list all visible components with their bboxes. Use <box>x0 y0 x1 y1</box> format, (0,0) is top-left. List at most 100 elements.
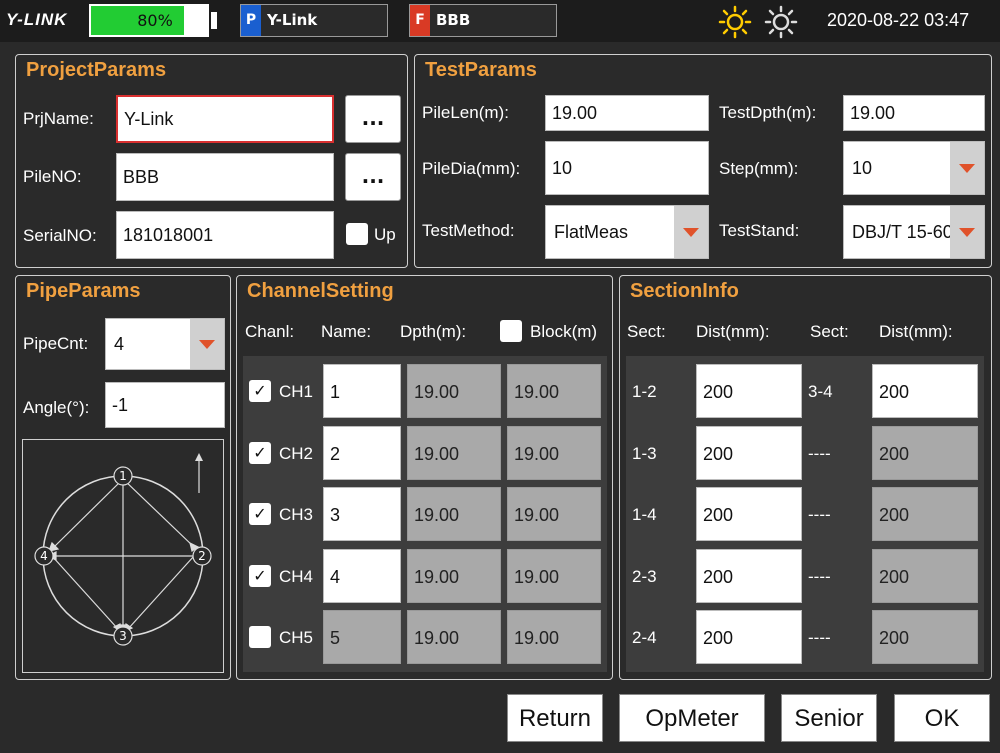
channel-row: ✓ CH3 3 19.00 19.00 <box>243 487 607 541</box>
brightness-up-icon[interactable] <box>718 5 752 39</box>
section-row: 2-4 200 ---- 200 <box>626 610 984 664</box>
section-dist-input-2[interactable]: 200 <box>872 364 978 418</box>
channel-enable-checkbox[interactable]: ✓ <box>249 380 271 402</box>
pipe-cnt-label: PipeCnt: <box>23 334 89 353</box>
section-pair-1: 1-2 <box>632 382 657 401</box>
pipe-cnt-dropdown[interactable]: 4 <box>105 318 225 370</box>
chevron-down-icon[interactable] <box>950 142 984 194</box>
section-row: 1-3 200 ---- 200 <box>626 425 984 480</box>
section-pair-1: 2-3 <box>632 566 657 586</box>
test-method-label: TestMethod: <box>422 221 515 240</box>
section-pair-1: 1-4 <box>632 505 657 524</box>
section-dist-input-2: 200 <box>872 610 978 664</box>
pipe-params-panel: PipeParams PipeCnt: 4 Angle(°): -1 1 2 3… <box>15 275 231 680</box>
pipe-layout-diagram: 1 2 3 4 <box>22 439 224 673</box>
chevron-down-icon[interactable] <box>950 206 984 258</box>
section-pair-1: 2-4 <box>632 628 657 647</box>
block-checkbox[interactable] <box>500 320 522 342</box>
channel-name-input[interactable]: 2 <box>323 425 401 480</box>
panel-title: ChannelSetting <box>247 280 394 302</box>
test-method-dropdown[interactable]: FlatMeas <box>545 205 709 259</box>
pile-no-browse-button[interactable]: ... <box>345 153 401 201</box>
prj-name-label: PrjName: <box>23 109 94 128</box>
channel-name-input[interactable]: 5 <box>323 610 401 664</box>
channel-depth-field: 19.00 <box>407 364 501 418</box>
prj-name-browse-button[interactable]: ... <box>345 95 401 143</box>
dist-header-2: Dist(mm): <box>879 322 953 341</box>
section-row: 2-3 200 ---- 200 <box>626 548 984 603</box>
pile-no-input[interactable]: BBB <box>116 153 334 201</box>
channel-depth-field: 19.00 <box>407 425 501 480</box>
prj-name-input[interactable]: Y-Link <box>116 95 334 143</box>
section-dist-input-1[interactable]: 200 <box>696 487 802 541</box>
section-dist-input-2: 200 <box>872 425 978 480</box>
channel-block-field: 19.00 <box>507 425 601 480</box>
chevron-down-icon[interactable] <box>190 319 224 369</box>
senior-button[interactable]: Senior <box>781 694 877 742</box>
test-depth-input[interactable]: 19.00 <box>843 95 985 131</box>
project-params-panel: ProjectParams PrjName: Y-Link ... PileNO… <box>15 54 408 268</box>
section-dist-input-1[interactable]: 200 <box>696 548 802 603</box>
channel-enable-checkbox[interactable]: ✓ <box>249 564 271 587</box>
panel-title: TestParams <box>425 59 537 81</box>
battery-indicator: 80% <box>89 4 209 37</box>
pipe-node-3: 3 <box>119 629 127 643</box>
opmeter-button[interactable]: OpMeter <box>619 694 765 742</box>
channel-id: CH1 <box>279 382 314 401</box>
section-dist-input-1[interactable]: 200 <box>696 364 802 418</box>
serial-no-input[interactable]: 181018001 <box>116 211 334 259</box>
up-checkbox[interactable] <box>346 223 368 245</box>
channel-setting-panel: ChannelSetting Chanl: Name: Dpth(m): Blo… <box>236 275 613 680</box>
brightness-down-icon[interactable] <box>764 5 798 39</box>
ok-button[interactable]: OK <box>894 694 990 742</box>
project-chip[interactable]: P Y-Link <box>240 4 388 37</box>
return-button[interactable]: Return <box>507 694 603 742</box>
section-pair-1: 1-3 <box>632 443 657 463</box>
channel-row: ✓ CH1 1 19.00 19.00 <box>243 364 607 418</box>
serial-no-label: SerialNO: <box>23 226 97 245</box>
project-chip-label: Y-Link <box>267 11 318 29</box>
channel-enable-checkbox[interactable] <box>249 626 271 648</box>
pipe-node-4: 4 <box>40 549 48 563</box>
sect-header-2: Sect: <box>810 322 849 341</box>
file-chip[interactable]: F BBB <box>409 4 557 37</box>
battery-nub <box>211 12 217 29</box>
pile-len-input[interactable]: 19.00 <box>545 95 709 131</box>
up-label: Up <box>374 225 396 244</box>
section-pair-2: ---- <box>808 566 831 586</box>
file-chip-label: BBB <box>436 11 471 29</box>
section-dist-input-1[interactable]: 200 <box>696 425 802 480</box>
section-table: 1-2 200 3-4 200 1-3 200 ---- 200 1-4 200 ---- 200 2-… <box>626 356 984 672</box>
test-stand-dropdown[interactable]: DBJ/T 15-60 <box>843 205 985 259</box>
section-dist-input-2: 200 <box>872 487 978 541</box>
channel-id: CH4 <box>279 566 314 586</box>
channel-enable-checkbox[interactable]: ✓ <box>249 503 271 525</box>
chevron-down-icon[interactable] <box>674 206 708 258</box>
pile-dia-input[interactable]: 10 <box>545 141 709 195</box>
channel-name-input[interactable]: 4 <box>323 548 401 603</box>
test-params-panel: TestParams PileLen(m): 19.00 TestDpth(m)… <box>414 54 992 268</box>
channel-row: ✓ CH2 2 19.00 19.00 <box>243 425 607 480</box>
section-dist-input-1[interactable]: 200 <box>696 610 802 664</box>
pile-len-label: PileLen(m): <box>422 103 509 122</box>
pile-no-label: PileNO: <box>23 167 82 186</box>
step-dropdown[interactable]: 10 <box>843 141 985 195</box>
angle-input[interactable]: -1 <box>105 382 225 428</box>
section-pair-2: ---- <box>808 628 831 647</box>
test-depth-label: TestDpth(m): <box>719 103 817 122</box>
test-stand-value: DBJ/T 15-60 <box>852 222 953 242</box>
channel-id: CH5 <box>279 628 314 647</box>
channel-depth-field: 19.00 <box>407 610 501 664</box>
channel-row: CH5 5 19.00 19.00 <box>243 610 607 664</box>
block-header: Block(m) <box>530 322 598 341</box>
pile-dia-label: PileDia(mm): <box>422 159 521 178</box>
panel-title: SectionInfo <box>630 280 739 302</box>
name-header: Name: <box>321 322 372 341</box>
channel-name-input[interactable]: 1 <box>323 364 401 418</box>
channel-enable-checkbox[interactable]: ✓ <box>249 441 271 464</box>
chanl-header: Chanl: <box>245 322 295 341</box>
channel-name-input[interactable]: 3 <box>323 487 401 541</box>
test-method-value: FlatMeas <box>554 222 629 242</box>
dist-header-1: Dist(mm): <box>696 322 770 341</box>
depth-header: Dpth(m): <box>400 322 467 341</box>
